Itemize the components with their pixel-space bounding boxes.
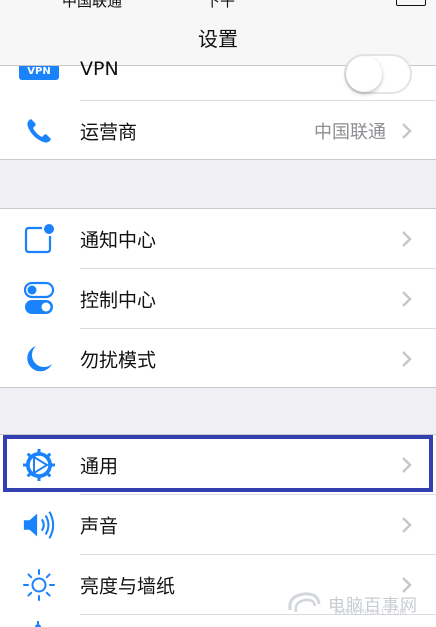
partial-icon: [35, 621, 41, 627]
brightness-wallpaper-label: 亮度与墙纸: [80, 575, 176, 597]
chevron-right-icon: [402, 350, 412, 367]
chevron-right-icon: [402, 290, 412, 307]
notification-center-label: 通知中心: [80, 229, 157, 251]
vpn-label: VPN: [80, 58, 119, 80]
status-carrier: 中国联通: [62, 0, 123, 10]
settings-row-control-center[interactable]: 控制中心: [0, 269, 436, 328]
speaker-icon: [22, 508, 56, 542]
sound-label: 声音: [80, 515, 119, 537]
do-not-disturb-label: 勿扰模式: [80, 349, 157, 371]
gear-icon: [22, 448, 56, 482]
settings-row-general[interactable]: 通用: [0, 435, 436, 494]
status-bar: 中国联通 下午: [0, 0, 436, 10]
settings-row-sound[interactable]: 声音: [0, 495, 436, 554]
settings-group-center: 通知中心 控制中心 勿扰模式: [0, 208, 436, 388]
phone-icon: [22, 114, 56, 148]
settings-group-network: VPN VPN 运营商 中国联通: [0, 54, 436, 160]
page-title: 设置: [198, 27, 238, 51]
brightness-icon: [22, 568, 56, 602]
toggle-knob: [346, 56, 382, 92]
moon-icon: [22, 342, 56, 376]
control-center-label: 控制中心: [80, 289, 157, 311]
settings-row-do-not-disturb[interactable]: 勿扰模式: [0, 329, 436, 388]
settings-row-notification-center[interactable]: 通知中心: [0, 209, 436, 268]
chevron-right-icon: [402, 122, 412, 139]
watermark-logo-icon: [288, 592, 321, 613]
vpn-icon: VPN: [19, 66, 59, 80]
carrier-label: 运营商: [80, 121, 138, 143]
settings-row-carrier[interactable]: 运营商 中国联通: [0, 101, 436, 160]
chevron-right-icon: [402, 456, 412, 473]
general-label: 通用: [80, 455, 119, 477]
notification-center-icon: [22, 222, 56, 256]
watermark-sub: WWW.PC841.COM: [334, 608, 407, 617]
chevron-right-icon: [402, 230, 412, 247]
vpn-badge-text: VPN: [27, 66, 51, 77]
chevron-right-icon: [402, 516, 412, 533]
vpn-toggle[interactable]: [344, 54, 412, 94]
settings-row-vpn[interactable]: VPN VPN: [0, 54, 436, 100]
status-time: 下午: [205, 0, 236, 10]
watermark: 电脑百事网 WWW.PC841.COM: [286, 586, 436, 620]
battery-icon: [396, 0, 426, 6]
carrier-value: 中国联通: [314, 121, 386, 143]
control-center-icon: [22, 281, 56, 316]
